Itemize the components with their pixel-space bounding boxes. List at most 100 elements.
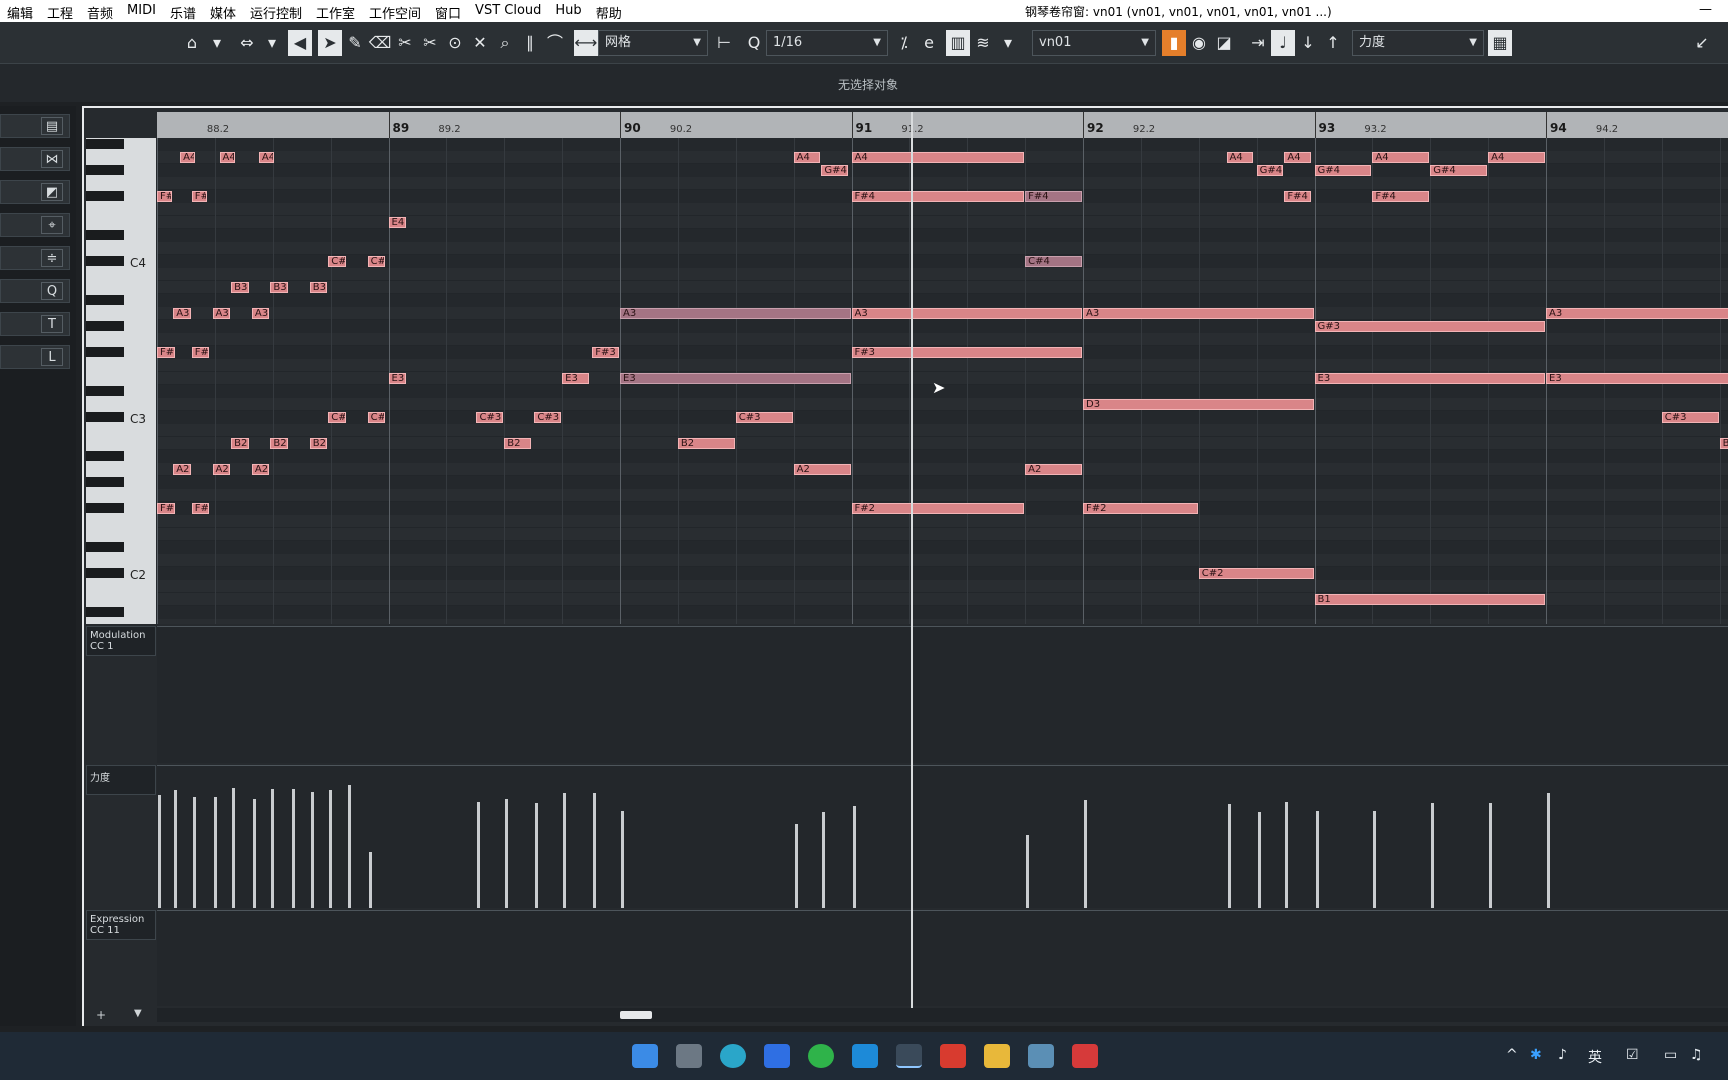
midi-note[interactable]: D3 bbox=[1083, 399, 1314, 410]
midi-note[interactable]: E3 bbox=[562, 373, 589, 384]
modulation-lane[interactable] bbox=[157, 626, 1728, 763]
menu-item[interactable]: 运行控制 bbox=[243, 3, 309, 22]
chevron-up-icon[interactable]: ^ bbox=[1506, 1047, 1518, 1063]
velocity-bar[interactable] bbox=[535, 803, 539, 908]
volume-icon[interactable]: ♫ bbox=[1690, 1047, 1703, 1063]
midi-note[interactable]: E3 bbox=[1546, 373, 1728, 384]
glue-tool-icon[interactable]: ⊙ bbox=[443, 30, 467, 56]
photos-icon[interactable] bbox=[1028, 1044, 1054, 1068]
trim-tool-icon[interactable]: ✂ bbox=[393, 30, 417, 56]
velocity-bar[interactable] bbox=[232, 787, 236, 908]
midi-note[interactable]: A4 bbox=[1226, 152, 1254, 163]
edge-icon[interactable] bbox=[720, 1044, 746, 1068]
chevron-down-icon[interactable]: ▾ bbox=[996, 30, 1020, 56]
mute-speaker-icon[interactable]: ◀ bbox=[288, 30, 312, 56]
velocity-bar[interactable] bbox=[822, 812, 826, 908]
velocity-bar[interactable] bbox=[271, 788, 275, 908]
midi-note[interactable]: A2 bbox=[212, 464, 231, 475]
swing-icon[interactable]: ⁒ bbox=[892, 30, 916, 56]
velocity-bar[interactable] bbox=[1227, 804, 1231, 908]
velocity-bar[interactable] bbox=[505, 799, 509, 908]
menu-item[interactable]: 编辑 bbox=[0, 3, 40, 22]
menu-item[interactable]: 窗口 bbox=[428, 3, 468, 22]
solo-editor-icon[interactable]: ⌂ bbox=[180, 30, 204, 56]
windows-start-icon[interactable] bbox=[632, 1044, 658, 1068]
midi-note[interactable]: A2 bbox=[1025, 464, 1082, 475]
collapse-icon[interactable]: ↙ bbox=[1690, 30, 1714, 56]
note-expression-icon[interactable]: ▥ bbox=[946, 30, 970, 56]
split-tool-icon[interactable]: ✂ bbox=[418, 30, 442, 56]
app-u-icon[interactable] bbox=[852, 1044, 878, 1068]
midi-note[interactable]: F#4 bbox=[157, 191, 173, 202]
menu-item[interactable]: MIDI bbox=[120, 3, 163, 22]
midi-note[interactable]: C#3 bbox=[367, 412, 386, 423]
midi-note[interactable]: C#3 bbox=[476, 412, 504, 423]
piano-black-key[interactable] bbox=[86, 607, 124, 617]
piano-black-key[interactable] bbox=[86, 139, 124, 149]
menu-item[interactable]: 媒体 bbox=[203, 3, 243, 22]
velocity-bar[interactable] bbox=[368, 851, 372, 908]
inspector-row[interactable]: L bbox=[0, 345, 70, 369]
transform-icon[interactable]: ◩ bbox=[41, 183, 63, 201]
midi-note[interactable]: F#2 bbox=[1083, 503, 1198, 514]
inspector-row[interactable]: ⋈ bbox=[0, 147, 70, 171]
midi-note[interactable]: E3 bbox=[1314, 373, 1545, 384]
midi-note[interactable]: G#3 bbox=[1314, 321, 1545, 332]
layers-icon[interactable]: ≋ bbox=[971, 30, 995, 56]
mute-tool-icon[interactable]: ✕ bbox=[468, 30, 492, 56]
piano-black-key[interactable] bbox=[86, 542, 124, 552]
color-scheme-icon[interactable]: ▮ bbox=[1162, 30, 1186, 56]
midi-note[interactable]: C#3 bbox=[328, 412, 346, 423]
midi-note[interactable]: F#4 bbox=[1372, 191, 1430, 202]
midi-note[interactable]: B2 bbox=[504, 438, 532, 449]
piano-black-key[interactable] bbox=[86, 256, 124, 266]
velocity-bar[interactable] bbox=[329, 790, 333, 908]
midi-note[interactable]: A2 bbox=[251, 464, 270, 475]
midi-note[interactable]: A4 bbox=[1284, 152, 1312, 163]
explorer-icon[interactable] bbox=[984, 1044, 1010, 1068]
midi-note[interactable]: C#3 bbox=[1661, 412, 1719, 423]
midi-note[interactable]: B3 bbox=[270, 282, 288, 293]
note-up-icon[interactable]: ↑ bbox=[1321, 30, 1345, 56]
midi-note[interactable]: E3 bbox=[620, 373, 851, 384]
midi-note[interactable]: B3 bbox=[231, 282, 249, 293]
chevron-down-icon[interactable]: ▼ bbox=[134, 1008, 142, 1019]
velocity-bar[interactable] bbox=[1547, 792, 1550, 908]
midi-note[interactable]: A3 bbox=[620, 308, 851, 319]
menu-item[interactable]: 工程 bbox=[40, 3, 80, 22]
length-panel-icon[interactable]: L bbox=[41, 348, 63, 366]
menu-item[interactable]: 帮助 bbox=[589, 3, 629, 22]
velocity-bar[interactable] bbox=[174, 790, 178, 908]
ime-indicator[interactable]: 英 bbox=[1588, 1047, 1602, 1067]
midi-note[interactable]: F#4 bbox=[851, 191, 1025, 202]
midi-note[interactable]: C#4 bbox=[367, 256, 386, 267]
midi-note[interactable]: G#4 bbox=[1256, 165, 1284, 176]
add-lane-icon[interactable]: + bbox=[96, 1008, 106, 1022]
velocity-bar[interactable] bbox=[852, 805, 856, 908]
midi-note[interactable]: A3 bbox=[251, 308, 270, 319]
piano-black-key[interactable] bbox=[86, 451, 124, 461]
midi-note[interactable]: A3 bbox=[173, 308, 191, 319]
midi-note[interactable]: F#3 bbox=[157, 347, 175, 358]
midi-note[interactable]: F#3 bbox=[851, 347, 1082, 358]
midi-note[interactable]: A4 bbox=[851, 152, 1025, 163]
midi-note[interactable]: B2 bbox=[309, 438, 328, 449]
note-icon[interactable]: ♩ bbox=[1271, 30, 1295, 56]
midi-note[interactable]: B2 bbox=[1719, 438, 1728, 449]
velocity-bar[interactable] bbox=[252, 799, 256, 908]
task-view-icon[interactable] bbox=[676, 1044, 702, 1068]
midi-note[interactable]: F#3 bbox=[191, 347, 210, 358]
velocity-bar[interactable] bbox=[213, 796, 217, 908]
velocity-bar[interactable] bbox=[192, 796, 196, 908]
midi-note[interactable]: B1 bbox=[1314, 594, 1545, 605]
curve-tool-icon[interactable]: ⌒ bbox=[543, 30, 567, 56]
piano-black-key[interactable] bbox=[86, 386, 124, 396]
inspector-row[interactable]: ◩ bbox=[0, 180, 70, 204]
velocity-bar[interactable] bbox=[1431, 803, 1435, 908]
menu-item[interactable]: VST Cloud bbox=[468, 3, 548, 22]
bluetooth-icon[interactable]: ✱ bbox=[1530, 1047, 1542, 1063]
checkbox-icon[interactable]: ☑ bbox=[1626, 1047, 1639, 1063]
velocity-bar[interactable] bbox=[1315, 810, 1319, 908]
midi-note[interactable]: G#4 bbox=[821, 165, 849, 176]
midi-note[interactable]: A2 bbox=[173, 464, 191, 475]
